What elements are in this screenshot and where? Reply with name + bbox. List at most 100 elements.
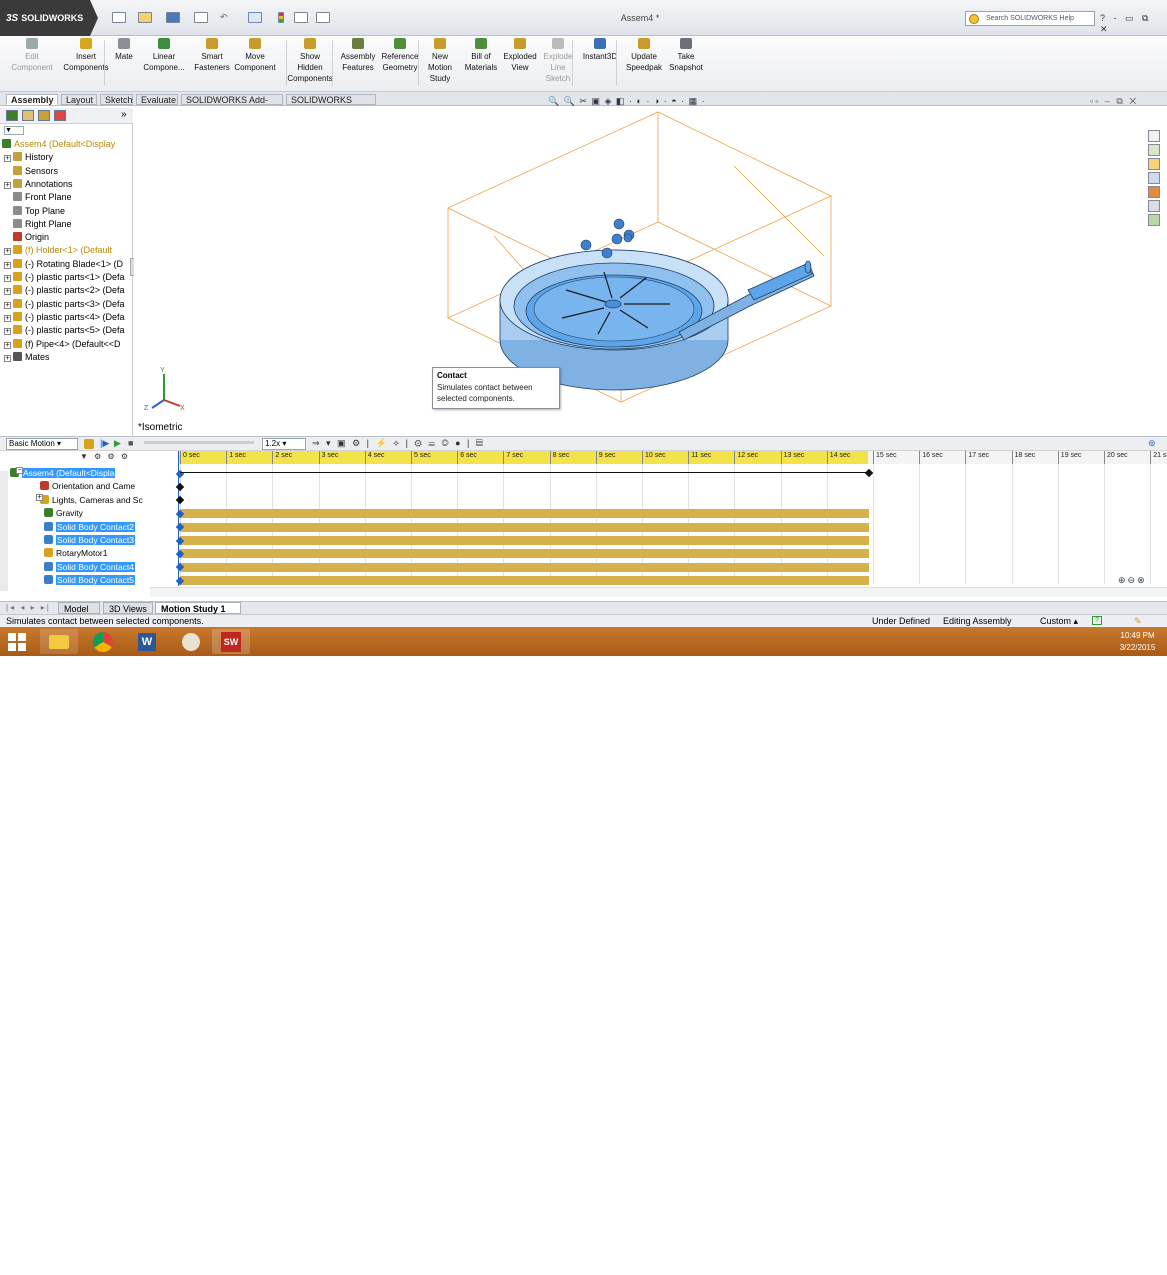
new-motion-study-button[interactable]: New Motion Study (424, 38, 456, 84)
chevron-right-icon[interactable]: » (121, 109, 127, 120)
expand-icon[interactable]: + (4, 354, 11, 362)
motion-tree-row[interactable]: Solid Body Contact5 (44, 574, 187, 587)
feature-tree-tab-icon[interactable] (6, 110, 18, 121)
taskbar-clock[interactable]: 10:49 PM 3/22/2015 (1110, 630, 1165, 654)
motion-key-bar[interactable] (180, 562, 869, 572)
play-from-start-icon[interactable]: |▶ (100, 438, 109, 449)
word-taskbar-icon[interactable]: W (128, 629, 166, 654)
motion-expand-icon[interactable]: + (36, 494, 43, 501)
select-icon[interactable] (248, 12, 262, 23)
tab-sketch[interactable]: Sketch (100, 94, 133, 105)
expand-icon[interactable] (4, 233, 11, 240)
explode-line-sketch-button[interactable]: Explode Line Sketch (541, 38, 575, 84)
motion-toolbar-buttons[interactable]: ⇒ ▾ ▣ ⚙ | ⚡ ⟡ | ⚙ ☰ ◎ ● | ▤ (312, 438, 485, 449)
reference-geometry-button[interactable]: Reference Geometry (380, 38, 420, 73)
expand-icon[interactable]: + (4, 314, 11, 322)
options-icon[interactable] (316, 12, 330, 23)
forum-icon[interactable] (1148, 214, 1160, 226)
help-status-icon[interactable]: ? (1092, 616, 1102, 625)
motion-tree-row[interactable]: Gravity (44, 507, 187, 520)
window-controls[interactable]: ? - ▭ ⧉ ✕ (1100, 13, 1167, 35)
tab-model[interactable]: Model (58, 602, 100, 614)
chrome-taskbar-icon[interactable] (84, 629, 122, 654)
motion-key-bar[interactable] (180, 509, 869, 519)
tree-item[interactable]: + Annotations (4, 178, 134, 191)
expand-icon[interactable]: + (4, 155, 11, 163)
unit-system-select[interactable]: Custom ▴ (1040, 615, 1078, 627)
search-input[interactable]: Search SOLIDWORKS Help (965, 11, 1095, 26)
tree-item[interactable]: + Mates (4, 351, 134, 364)
undo-icon[interactable]: ↶ (220, 12, 234, 23)
motion-tree-row[interactable]: Solid Body Contact4 (44, 561, 187, 574)
tab-solidworks-mbd[interactable]: SOLIDWORKS MBD (286, 94, 376, 116)
timeline-zoom-icons[interactable]: ⊕⊖⊗ (1118, 575, 1147, 586)
appearances-icon[interactable] (1148, 186, 1160, 198)
motion-tree-row[interactable]: Solid Body Contact3 (44, 534, 187, 547)
print-icon[interactable] (194, 12, 208, 23)
filter-icon[interactable]: ▼ (4, 126, 24, 135)
solidworks-logo[interactable]: 3S SOLIDWORKS (0, 0, 98, 36)
bill-of-materials-button[interactable]: Bill of Materials (462, 38, 500, 73)
tab-solidworks-add-ins[interactable]: SOLIDWORKS Add-Ins (181, 94, 283, 116)
graphics-area[interactable]: Y X Z (134, 106, 1167, 436)
smart-fasteners-button[interactable]: Smart Fasteners (192, 38, 232, 73)
expand-icon[interactable]: + (4, 275, 11, 282)
tab-scroll-arrows[interactable]: |◂ ◂ ▸ ▸| (6, 603, 51, 612)
tree-item[interactable]: + (f) Holder<1> (Default (4, 244, 134, 257)
tree-item[interactable]: Sensors (4, 165, 134, 178)
play-icon[interactable]: ▶ (114, 438, 121, 449)
tab-motion-study-1[interactable]: Motion Study 1 (155, 602, 241, 614)
motion-tree-row[interactable]: Assem4 (Default<Displa (10, 467, 153, 480)
tree-item[interactable]: + (-) plastic parts<2> (Defa (4, 284, 134, 297)
motion-tree-row[interactable]: RotaryMotor1 (44, 547, 187, 560)
expand-icon[interactable]: + (4, 341, 11, 349)
tree-item[interactable]: + (-) plastic parts<4> (Defa (4, 311, 134, 324)
solidworks-resources-icon[interactable] (1148, 130, 1160, 142)
take-snapshot-button[interactable]: Take Snapshot (668, 38, 704, 73)
windows-start-icon[interactable] (8, 633, 26, 651)
motion-key-bar[interactable] (180, 522, 869, 532)
tree-item[interactable]: + (-) plastic parts<5> (Defa (4, 324, 134, 337)
tab-3d-views[interactable]: 3D Views (103, 602, 153, 614)
new-document-icon[interactable] (112, 12, 126, 23)
expand-icon[interactable]: + (4, 181, 11, 189)
motion-key-bar[interactable] (180, 536, 869, 545)
viewport-window-controls[interactable]: ▫▫ ‒ ⧉ ✕ (1090, 96, 1138, 107)
end-key-point[interactable] (864, 468, 874, 478)
motion-tree-row[interactable]: Orientation and Came (40, 480, 183, 493)
playback-speed-select[interactable]: 1.2x ▾ (262, 438, 306, 450)
insert-components-button[interactable]: Insert Components (62, 38, 110, 73)
property-manager-tab-icon[interactable] (22, 110, 34, 121)
save-icon[interactable] (166, 12, 180, 23)
assembly-features-button[interactable]: Assembly Features (338, 38, 378, 73)
heads-up-view-toolbar[interactable]: 🔍 🔍 ✂ ▣ ◈ ◧ · ◐ · ◑ · ◓ · ▦ · (548, 96, 706, 107)
tab-evaluate[interactable]: Evaluate (136, 94, 178, 105)
tree-item[interactable]: + (-) plastic parts<1> (Defa (4, 271, 134, 284)
file-explorer-taskbar-icon[interactable] (40, 629, 78, 654)
tree-item[interactable]: + (f) Pipe<4> (Default<<D (4, 338, 134, 351)
exploded-view-button[interactable]: Exploded View (503, 38, 537, 73)
filter-buttons[interactable]: ▼ ⚙ ⚙ ⚙ (80, 452, 130, 461)
move-component-button[interactable]: Move Component (232, 38, 278, 73)
tree-item[interactable]: Front Plane (4, 191, 134, 204)
tab-assembly[interactable]: Assembly (6, 94, 58, 105)
playback-slider[interactable] (144, 441, 254, 444)
study-type-select[interactable]: Basic Motion ▾ (6, 438, 78, 450)
file-properties-icon[interactable] (294, 12, 308, 23)
rebuild-icon[interactable] (278, 12, 284, 23)
expand-icon[interactable] (4, 220, 11, 227)
motion-key-bar[interactable] (180, 576, 869, 586)
motion-tree-scrollbar[interactable] (0, 471, 8, 591)
stop-icon[interactable]: ■ (128, 438, 133, 448)
expand-icon[interactable]: + (4, 301, 11, 309)
solidworks-taskbar-icon[interactable]: SW (212, 629, 250, 654)
show-hidden-components-button[interactable]: Show Hidden Components (284, 38, 336, 84)
custom-properties-icon[interactable] (1148, 200, 1160, 212)
tree-item[interactable]: + History (4, 151, 134, 164)
open-document-icon[interactable] (138, 12, 152, 23)
file-explorer-icon[interactable] (1148, 158, 1160, 170)
tree-item[interactable]: Right Plane (4, 218, 134, 231)
expand-icon[interactable] (4, 193, 11, 200)
mate-button[interactable]: Mate (112, 38, 136, 62)
tree-item[interactable]: + (-) plastic parts<3> (Defa (4, 298, 134, 311)
